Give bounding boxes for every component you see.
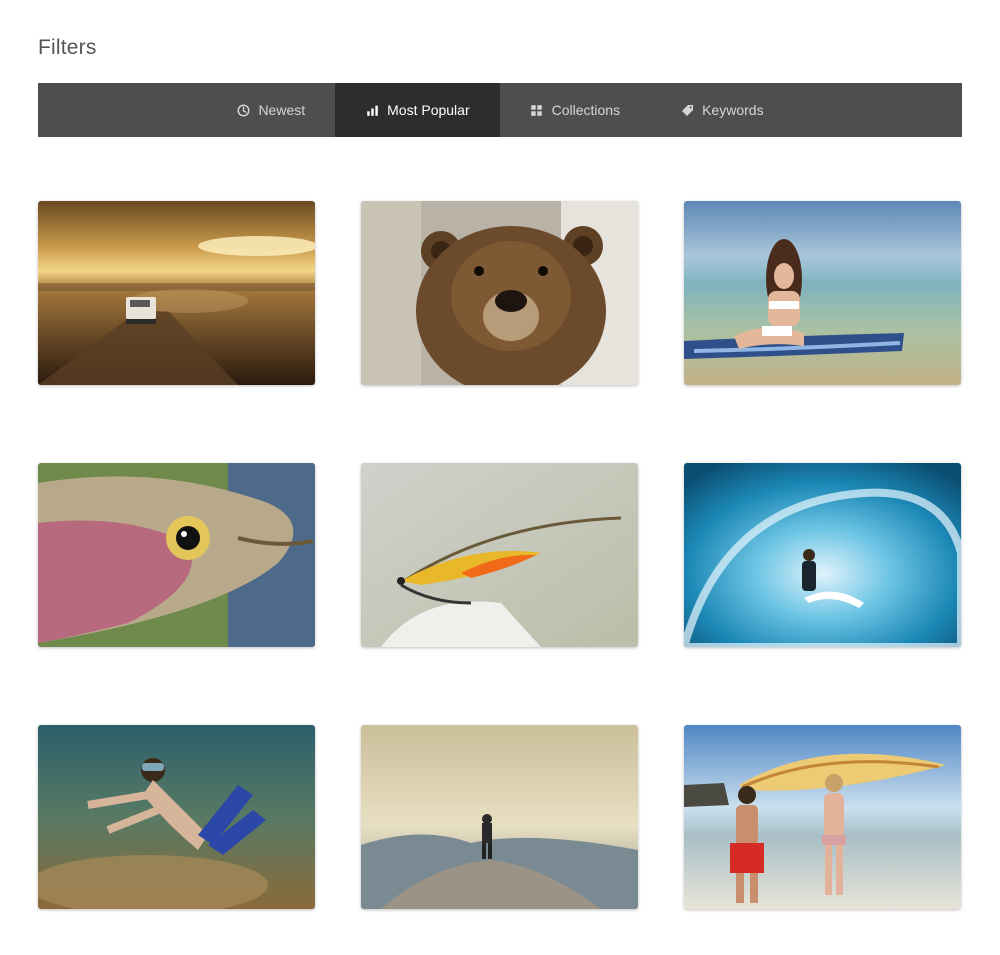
grid-icon (530, 103, 544, 117)
photo-woman-surfboard[interactable] (684, 201, 961, 385)
tab-most-popular[interactable]: Most Popular (335, 83, 500, 137)
photo-truck-desert[interactable] (38, 201, 315, 385)
photo-bear[interactable] (361, 201, 638, 385)
photo-snorkeler[interactable] (38, 725, 315, 909)
tab-label: Most Popular (387, 102, 470, 118)
clock-icon (236, 103, 250, 117)
photo-hiker-summit[interactable] (361, 725, 638, 909)
filter-bar: Newest Most Popular Collections Keywords (38, 83, 962, 137)
bar-chart-icon (365, 103, 379, 117)
photo-couple-surfboard[interactable] (684, 725, 961, 909)
tab-keywords[interactable]: Keywords (650, 83, 793, 137)
page-title: Filters (38, 36, 97, 59)
photo-fishing-fly[interactable] (361, 463, 638, 647)
tab-label: Keywords (702, 102, 764, 118)
tab-newest[interactable]: Newest (206, 83, 335, 137)
tag-icon (680, 103, 694, 117)
tab-label: Collections (551, 102, 621, 118)
tab-collections[interactable]: Collections (500, 83, 650, 137)
photo-surfer-wave[interactable] (684, 463, 961, 647)
tab-label: Newest (258, 102, 306, 118)
photo-trout[interactable] (38, 463, 315, 647)
